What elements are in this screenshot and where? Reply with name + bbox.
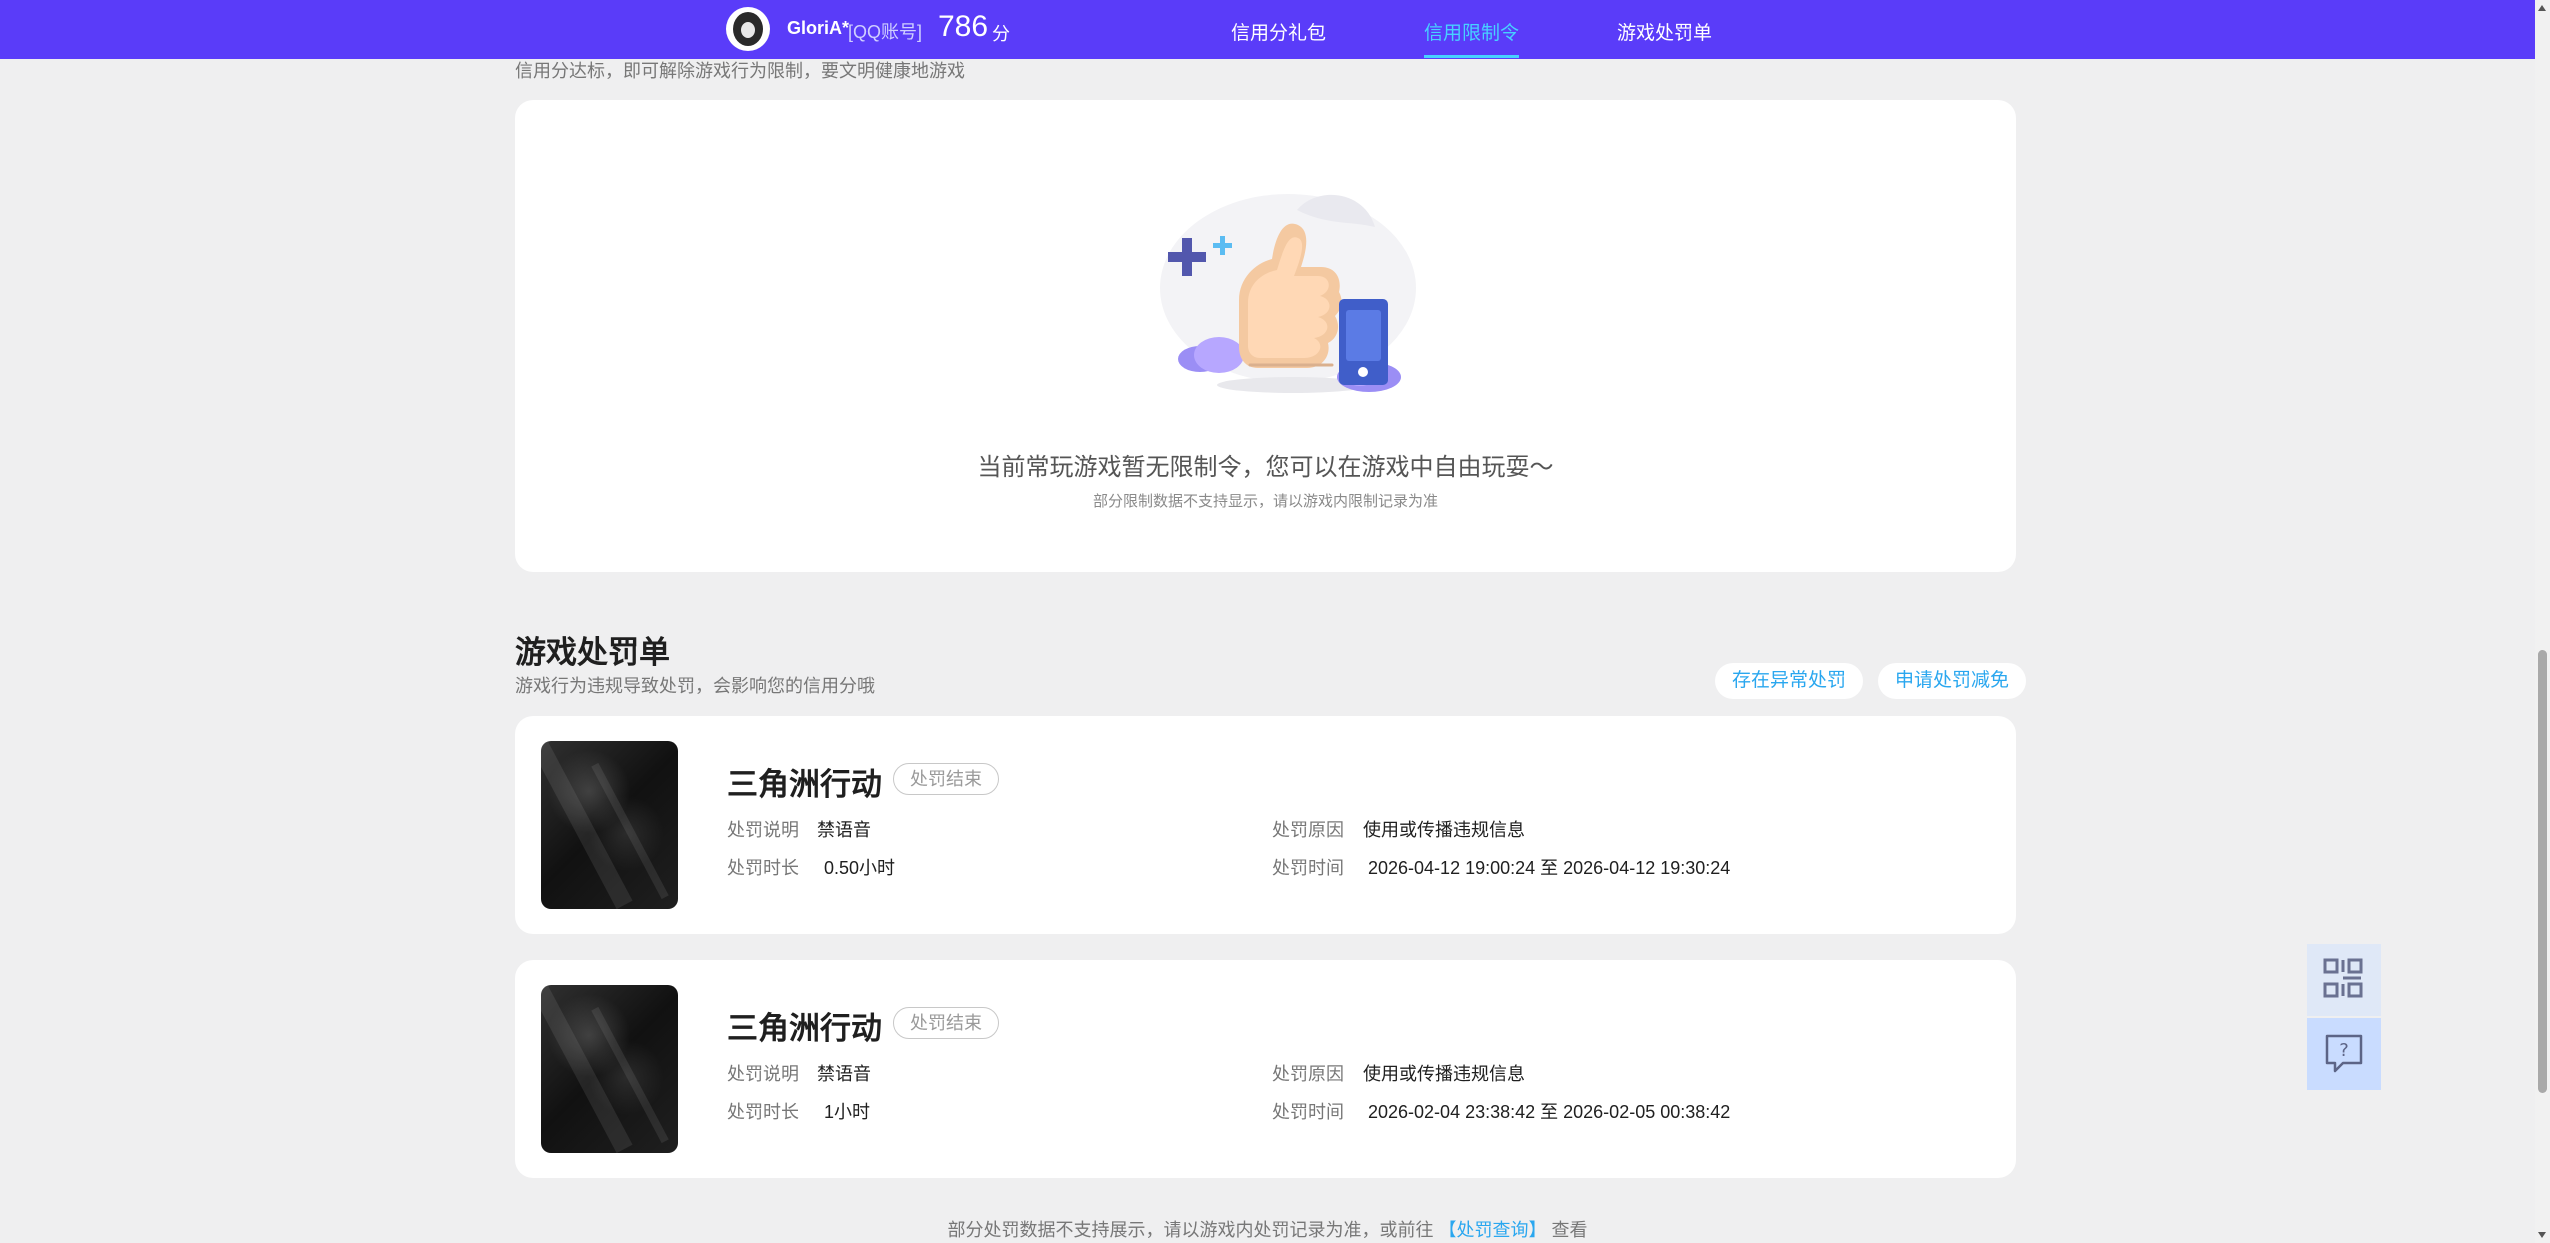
game-name: 三角洲行动 — [727, 1011, 882, 1046]
punishment-footer-note: 部分处罚数据不支持展示，请以游戏内处罚记录为准，或前往 【处罚查询】 查看 — [0, 1216, 2535, 1242]
avatar[interactable] — [726, 7, 770, 51]
game-thumbnail — [541, 985, 678, 1153]
scroll-down-arrow-icon[interactable] — [2538, 1232, 2546, 1238]
restriction-empty-state-card: 当前常玩游戏暂无限制令，您可以在游戏中自由玩耍～ 部分限制数据不支持显示，请以游… — [515, 100, 2016, 572]
punishment-description-label: 处罚说明 — [727, 1064, 799, 1084]
abnormal-punishment-button[interactable]: 存在异常处罚 — [1715, 663, 1864, 699]
apply-punishment-reduction-button[interactable]: 申请处罚减免 — [1878, 663, 2027, 699]
scroll-thumb[interactable] — [2538, 650, 2547, 1093]
tab-credit-restriction-order[interactable]: 信用限制令 — [1424, 18, 1520, 58]
punishment-duration-value: 1小时 — [824, 1102, 871, 1122]
help-chat-icon: ? — [2325, 1034, 2363, 1073]
punishment-duration-label: 处罚时长 — [727, 858, 799, 878]
footer-note-prefix: 部分处罚数据不支持展示，请以游戏内处罚记录为准，或前往 — [947, 1220, 1434, 1240]
qr-code-icon — [2323, 958, 2363, 998]
punishment-reason-value: 使用或传播违规信息 — [1363, 820, 1525, 840]
punishment-time-value: 2026-04-12 19:00:24 至 2026-04-12 19:30:2… — [1368, 858, 1731, 878]
credit-restriction-page: GloriA* [QQ账号] 786 分 信用分礼包 信用限制令 游戏处罚单 信… — [0, 0, 2550, 1243]
punishment-card[interactable]: 三角洲行动 处罚结束 处罚说明 禁语音 处罚时长 0.50小时 处罚原因 使用或… — [515, 716, 2016, 934]
game-thumbnail — [541, 741, 678, 909]
avatar-portrait — [733, 12, 763, 46]
active-tab-indicator — [1424, 55, 1520, 58]
punishment-section-subtitle: 游戏行为违规导致处罚，会影响您的信用分哦 — [515, 676, 875, 696]
punishment-description-value: 禁语音 — [817, 1064, 871, 1084]
credit-score: 786 — [938, 10, 989, 43]
punishment-status-badge: 处罚结束 — [893, 763, 999, 795]
punishment-section-title: 游戏处罚单 — [515, 635, 670, 670]
punishment-time-value: 2026-02-04 23:38:42 至 2026-02-05 00:38:4… — [1368, 1102, 1731, 1122]
footer-note-suffix: 查看 — [1551, 1220, 1588, 1240]
restriction-empty-note: 部分限制数据不支持显示，请以游戏内限制记录为准 — [1092, 493, 1438, 510]
tab-game-punishment-list[interactable]: 游戏处罚单 — [1617, 18, 1712, 45]
vertical-scrollbar[interactable] — [2535, 0, 2550, 1243]
punishment-reason-label: 处罚原因 — [1272, 820, 1344, 840]
tab-credit-gift-pack[interactable]: 信用分礼包 — [1231, 18, 1326, 45]
punishment-duration-value: 0.50小时 — [824, 858, 896, 878]
punishment-description-value: 禁语音 — [817, 820, 871, 840]
user-name: GloriA* — [787, 18, 850, 38]
punishment-duration-label: 处罚时长 — [727, 1102, 799, 1122]
punishment-status-badge: 处罚结束 — [893, 1007, 999, 1039]
punishment-card[interactable]: 三角洲行动 处罚结束 处罚说明 禁语音 处罚时长 1小时 处罚原因 使用或传播违… — [515, 960, 2016, 1178]
credit-score-unit: 分 — [992, 24, 1010, 44]
punishment-time-label: 处罚时间 — [1272, 1102, 1344, 1122]
game-name: 三角洲行动 — [727, 767, 882, 802]
punishment-query-link[interactable]: 【处罚查询】 — [1439, 1220, 1547, 1240]
punishment-reason-label: 处罚原因 — [1272, 1064, 1344, 1084]
punishment-reason-value: 使用或传播违规信息 — [1363, 1064, 1525, 1084]
qr-code-button[interactable] — [2307, 944, 2381, 1016]
scroll-up-arrow-icon[interactable] — [2538, 5, 2546, 11]
svg-text:?: ? — [2339, 1040, 2349, 1061]
punishment-time-label: 处罚时间 — [1272, 858, 1344, 878]
thumbs-up-illustration — [1160, 194, 1416, 393]
punishment-description-label: 处罚说明 — [727, 820, 799, 840]
help-button[interactable]: ? — [2307, 1018, 2381, 1090]
restriction-subtitle: 信用分达标，即可解除游戏行为限制，要文明健康地游戏 — [515, 61, 965, 81]
account-type: [QQ账号] — [848, 22, 923, 42]
top-navigation-bar: GloriA* [QQ账号] 786 分 信用分礼包 信用限制令 游戏处罚单 — [0, 0, 2535, 59]
restriction-empty-title: 当前常玩游戏暂无限制令，您可以在游戏中自由玩耍～ — [977, 454, 1554, 481]
